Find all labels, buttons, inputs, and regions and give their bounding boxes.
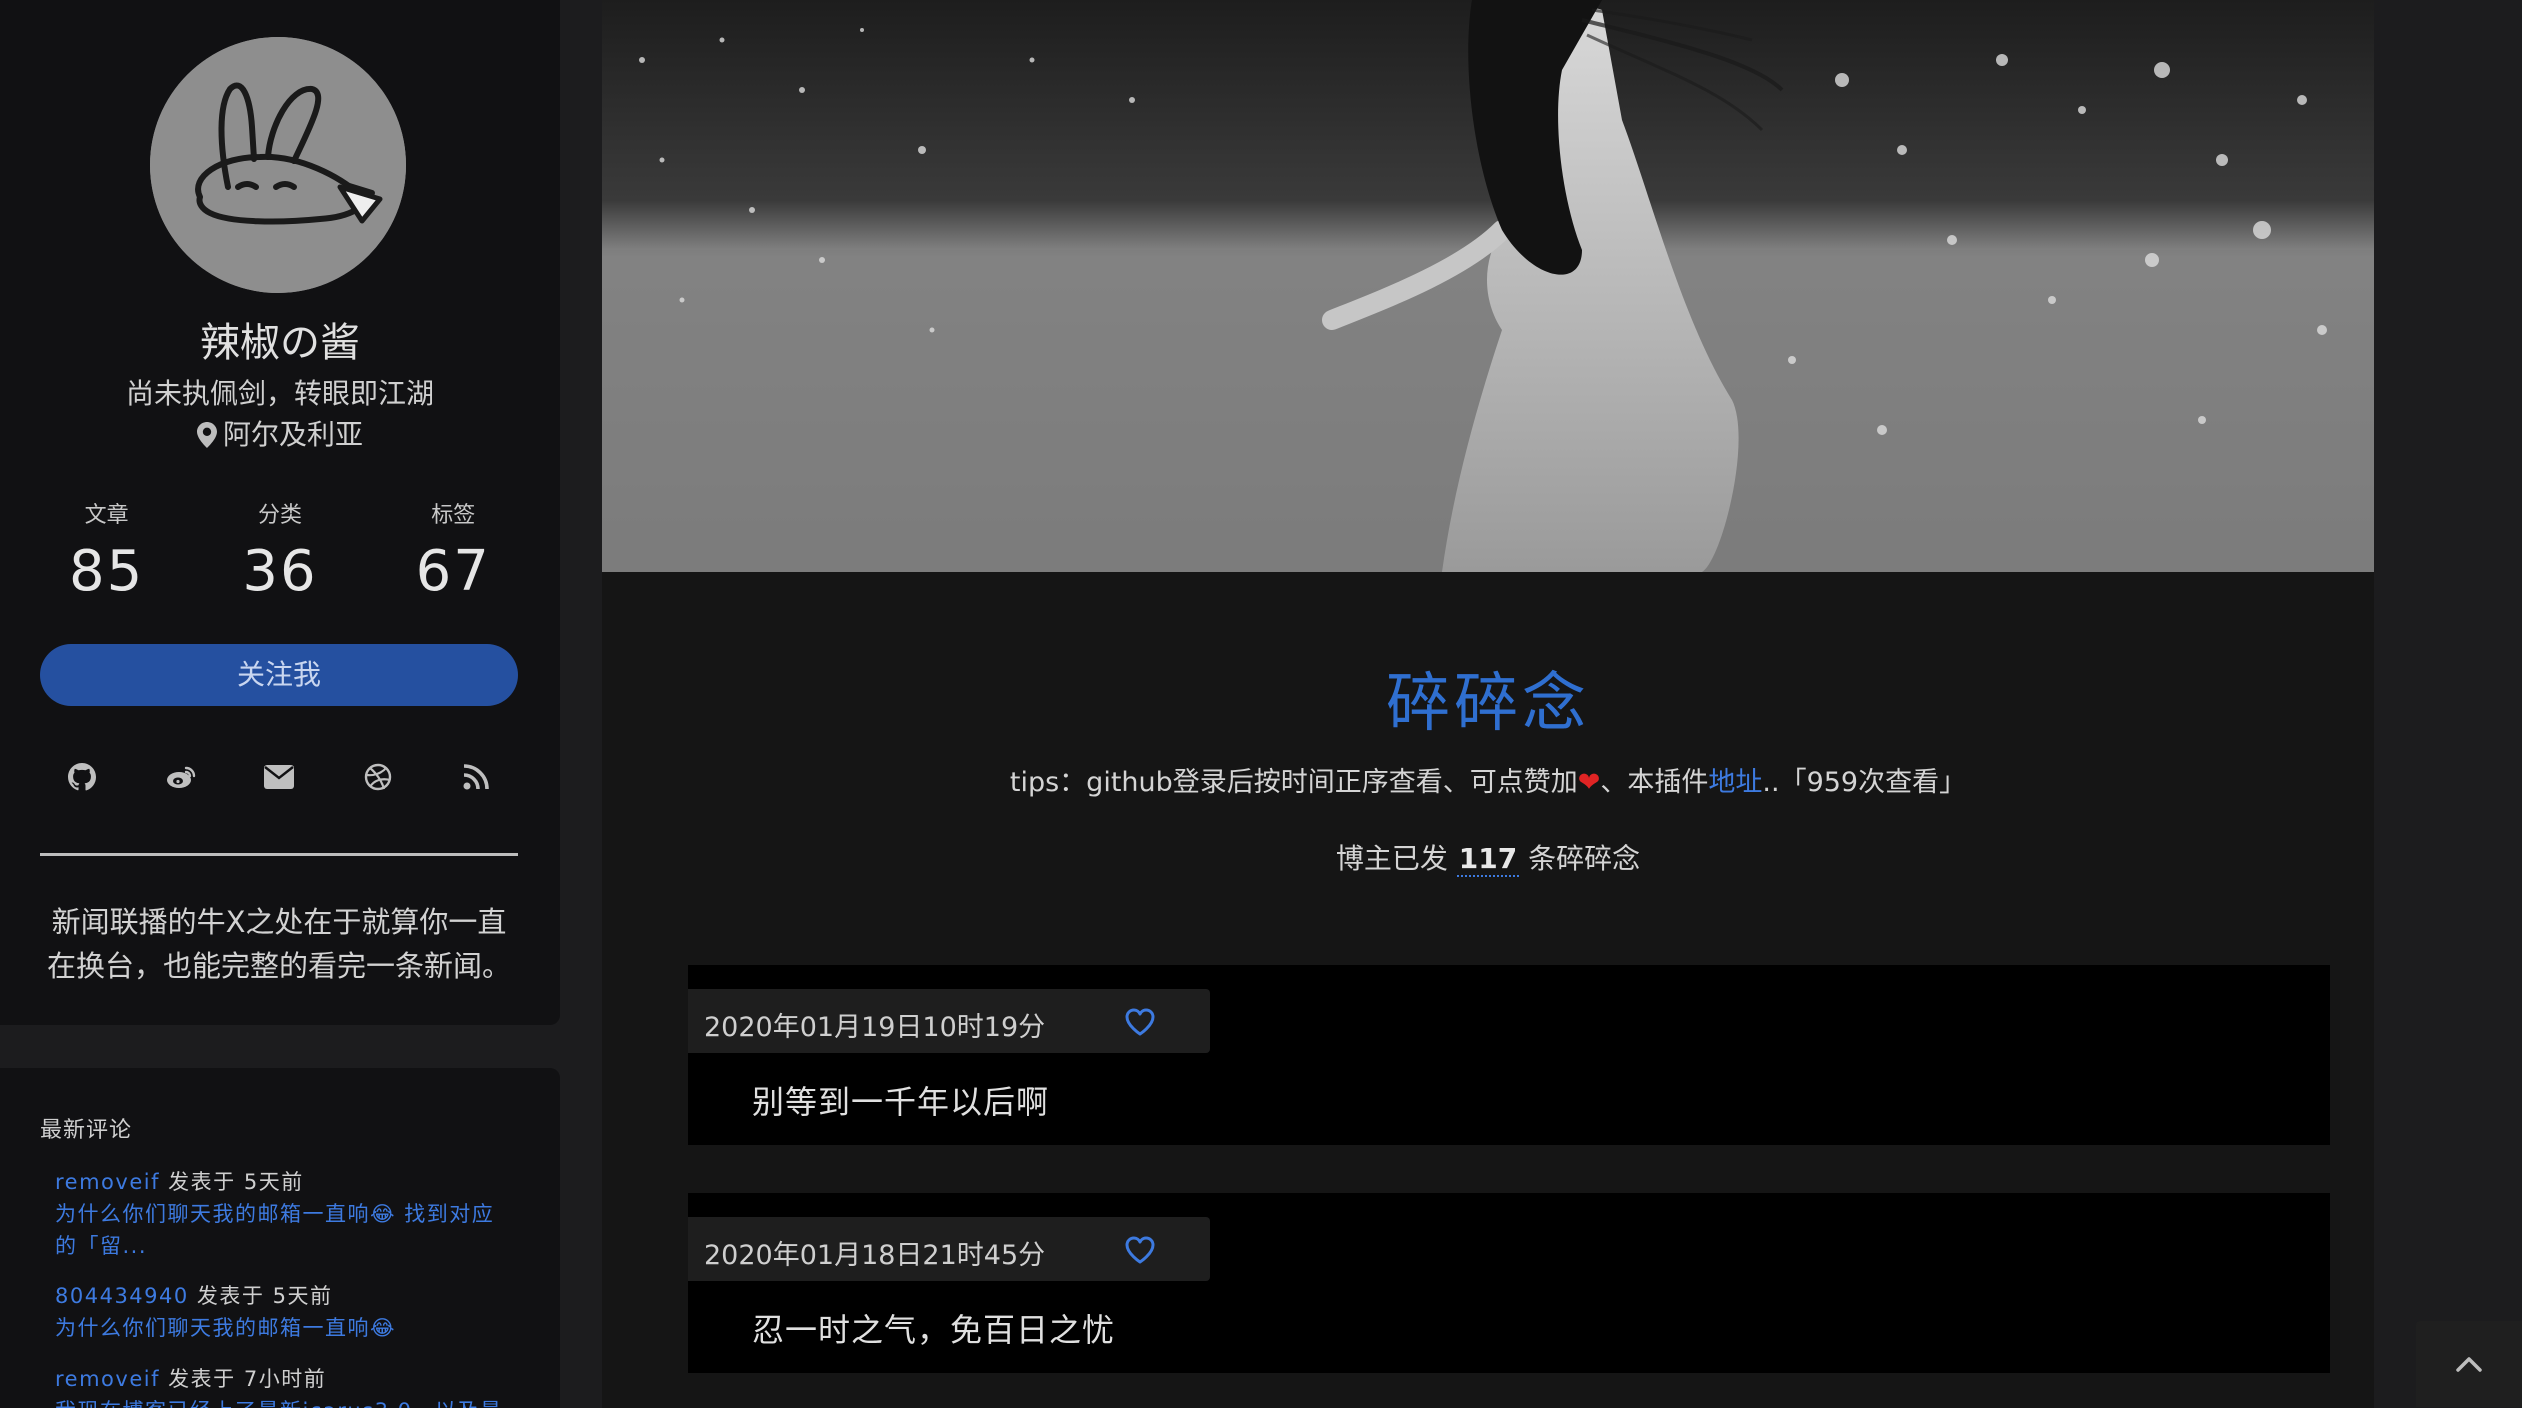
tips-suffix: ..「959次查看」 — [1762, 767, 1967, 798]
comment-author[interactable]: removeif — [55, 1170, 160, 1194]
avatar[interactable] — [150, 37, 406, 293]
profile-card: 辣椒の酱 尚未执佩剑，转眼即江湖 阿尔及利亚 文章 85 分类 36 标签 67… — [0, 0, 560, 1025]
talk-count-value: 117 — [1456, 842, 1520, 877]
talk-header: 2020年01月18日21时45分 — [688, 1217, 1210, 1281]
stat-tags[interactable]: 标签 67 — [373, 497, 533, 604]
main-content: 碎碎念 tips：github登录后按时间正序查看、可点赞加❤、本插件地址..「… — [602, 0, 2374, 1408]
stat-value: 67 — [415, 539, 491, 604]
talk-date: 2020年01月18日21时45分 — [704, 1240, 1046, 1271]
heart-icon: ❤ — [1577, 767, 1601, 798]
comment-meta: 发表于 5天前 — [188, 1284, 333, 1308]
back-to-top-button[interactable] — [2416, 1321, 2522, 1407]
comment-meta: 发表于 5天前 — [159, 1170, 304, 1194]
profile-name: 辣椒の酱 — [200, 320, 360, 366]
comment-text[interactable]: 为什么你们聊天我的邮箱一直响😂 找到对应的「留... — [55, 1198, 515, 1262]
comment-item[interactable]: removeif 发表于 7小时前 我现在博客已经上了最新icarus3.0，以… — [55, 1363, 515, 1408]
social-links — [40, 760, 518, 794]
like-heart-icon[interactable] — [1124, 1007, 1156, 1037]
talk-text: 别等到一千年以后啊 — [752, 1083, 1050, 1121]
comment-author[interactable]: removeif — [55, 1367, 160, 1391]
stat-articles[interactable]: 文章 85 — [27, 497, 187, 604]
tips-prefix: tips：github登录后按时间正序查看、可点赞加 — [1009, 767, 1578, 798]
rabbit-avatar-image — [150, 37, 406, 293]
comment-text[interactable]: 我现在博客已经上了最新icarus3.0，以及最 — [55, 1395, 515, 1408]
talk-header: 2020年01月19日10时19分 — [688, 989, 1210, 1053]
weibo-icon[interactable] — [164, 760, 198, 794]
talk-item: 2020年01月18日21时45分 忍一时之气，免百日之忧 — [688, 1193, 2330, 1373]
plugin-address-link[interactable]: 地址 — [1708, 767, 1762, 798]
mail-icon[interactable] — [262, 760, 296, 794]
talk-item: 2020年01月19日10时19分 别等到一千年以后啊 — [688, 965, 2330, 1145]
location-text: 阿尔及利亚 — [222, 418, 363, 451]
tips-mid: 、本插件 — [1600, 767, 1709, 798]
stat-label: 分类 — [257, 503, 302, 528]
latest-comments-card: 最新评论 removeif 发表于 5天前 为什么你们聊天我的邮箱一直响😂 找到… — [0, 1068, 560, 1408]
talk-date: 2020年01月19日10时19分 — [704, 1012, 1046, 1043]
profile-stats: 文章 85 分类 36 标签 67 — [20, 497, 540, 604]
talk-count-line: 博主已发 117 条碎碎念 — [602, 837, 2374, 877]
comment-text[interactable]: 为什么你们聊天我的邮箱一直响😂 — [55, 1312, 515, 1344]
latest-comments-title: 最新评论 — [40, 1118, 133, 1143]
talk-text: 忍一时之气，免百日之忧 — [752, 1311, 1116, 1349]
count-prefix: 博主已发 — [1335, 842, 1457, 875]
github-icon[interactable] — [65, 760, 99, 794]
rss-icon[interactable] — [459, 760, 493, 794]
comment-author[interactable]: 804434940 — [55, 1284, 189, 1308]
comment-item[interactable]: 804434940 发表于 5天前 为什么你们聊天我的邮箱一直响😂 — [55, 1280, 515, 1344]
stat-label: 文章 — [84, 503, 129, 528]
chevron-up-icon — [2456, 1357, 2482, 1372]
comment-meta: 发表于 7小时前 — [159, 1367, 327, 1391]
profile-motto: 尚未执佩剑，转眼即江湖 — [125, 377, 434, 410]
dribbble-icon[interactable] — [361, 760, 395, 794]
follow-button[interactable]: 关注我 — [40, 644, 518, 706]
hero-banner-image — [602, 0, 2374, 572]
stat-label: 标签 — [431, 503, 476, 528]
tips-line: tips：github登录后按时间正序查看、可点赞加❤、本插件地址..「959次… — [602, 760, 2374, 799]
comment-item[interactable]: removeif 发表于 5天前 为什么你们聊天我的邮箱一直响😂 找到对应的「留… — [55, 1166, 515, 1262]
stat-value: 36 — [242, 539, 318, 604]
profile-location: 阿尔及利亚 — [0, 413, 560, 453]
stat-value: 85 — [69, 539, 145, 604]
stat-categories[interactable]: 分类 36 — [200, 497, 360, 604]
page-title: 碎碎念 — [1386, 667, 1590, 741]
location-pin-icon — [196, 422, 217, 448]
profile-divider — [40, 853, 518, 856]
profile-bio: 新闻联播的牛X之处在于就算你一直在换台，也能完整的看完一条新闻。 — [46, 905, 511, 983]
count-suffix: 条碎碎念 — [1519, 842, 1641, 875]
like-heart-icon[interactable] — [1124, 1235, 1156, 1265]
